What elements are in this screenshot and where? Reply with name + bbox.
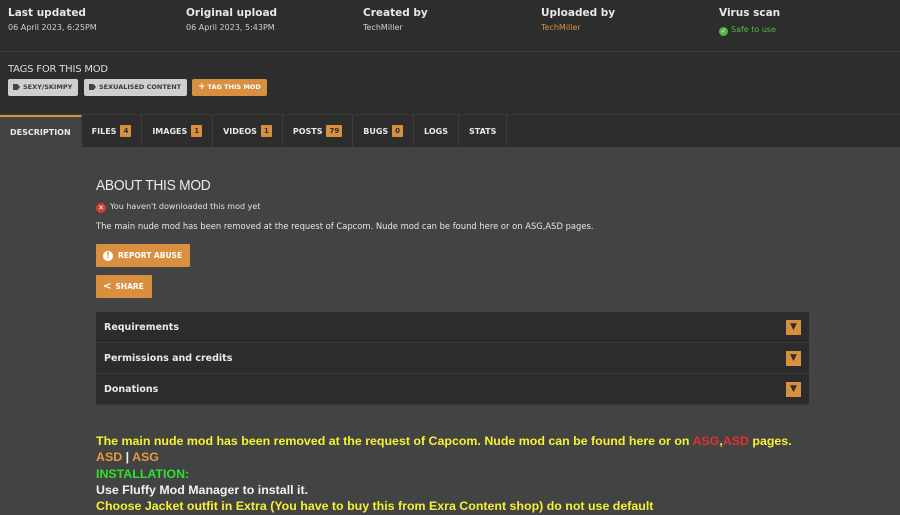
tags-section: TAGS FOR THIS MOD SEXY/SKIMPY SEXUALISED… xyxy=(0,52,900,114)
meta-uploaded-by: Uploaded by TechMiller xyxy=(541,7,615,32)
tag-label: SEXUALISED CONTENT xyxy=(99,83,182,91)
accordion-label: Requirements xyxy=(104,321,180,333)
mod-meta-bar: Last updated 06 April 2023, 6:25PM Origi… xyxy=(0,0,900,52)
info-accordion: Requirements ▼ Permissions and credits ▼… xyxy=(96,312,809,405)
accordion-permissions[interactable]: Permissions and credits ▼ xyxy=(96,343,809,374)
plus-icon: + xyxy=(198,82,206,92)
tab-images[interactable]: IMAGES 1 xyxy=(142,115,214,147)
tab-label: LOGS xyxy=(424,126,448,136)
body-text-segment: pages. xyxy=(748,434,792,448)
accordion-label: Permissions and credits xyxy=(104,352,233,364)
tag-label: SEXY/SKIMPY xyxy=(23,83,73,91)
install-step-1: Use Fluffy Mod Manager to install it. xyxy=(96,482,309,497)
tab-label: IMAGES xyxy=(152,126,188,136)
exclamation-icon: ! xyxy=(103,250,113,261)
about-title: ABOUT THIS MOD xyxy=(96,177,211,194)
meta-heading: Original upload xyxy=(186,7,278,19)
report-abuse-button[interactable]: ! REPORT ABUSE xyxy=(96,244,191,267)
accordion-donations[interactable]: Donations ▼ xyxy=(96,374,809,405)
meta-heading: Uploaded by xyxy=(541,7,616,19)
meta-created-by: Created by TechMiller xyxy=(363,7,428,32)
meta-heading: Virus scan xyxy=(719,7,781,19)
body-line-1: The main nude mod has been removed at th… xyxy=(96,433,792,449)
tab-label: BUGS xyxy=(363,126,389,136)
download-status: ✕ You haven't downloaded this mod yet xyxy=(96,202,260,213)
tag-sexualised-content[interactable]: SEXUALISED CONTENT xyxy=(84,79,188,96)
check-circle-icon: ✓ xyxy=(719,27,728,36)
accordion-label: Donations xyxy=(104,383,159,395)
meta-original-upload: Original upload 06 April 2023, 5:43PM xyxy=(186,7,277,32)
body-text-segment: The main nude mod has been removed at th… xyxy=(96,434,693,448)
link-separator: | xyxy=(122,450,133,465)
chevron-down-icon: ▼ xyxy=(786,381,801,397)
body-links: ASD | ASG xyxy=(96,449,792,465)
tab-label: POSTS xyxy=(292,126,323,136)
count-badge: 0 xyxy=(392,125,404,137)
meta-value: TechMiller xyxy=(363,23,403,32)
chevron-down-icon: ▼ xyxy=(786,319,801,335)
tag-add-label: TAG THIS MOD xyxy=(207,83,261,91)
meta-last-updated: Last updated 06 April 2023, 6:25PM xyxy=(8,7,97,32)
share-label: SHARE xyxy=(115,282,144,291)
download-status-label: You haven't downloaded this mod yet xyxy=(110,202,261,211)
count-badge: 4 xyxy=(120,125,132,137)
virus-scan-status[interactable]: ✓ Safe to use xyxy=(719,25,780,36)
tag-icon xyxy=(13,84,20,90)
tag-icon xyxy=(89,84,96,90)
tag-sexy-skimpy[interactable]: SEXY/SKIMPY xyxy=(8,79,79,96)
tab-logs[interactable]: LOGS xyxy=(414,115,459,147)
tab-label: DESCRIPTION xyxy=(10,127,71,137)
meta-virus-scan: Virus scan ✓ Safe to use xyxy=(719,7,780,36)
tab-files[interactable]: FILES 4 xyxy=(82,115,143,147)
share-button[interactable]: < SHARE xyxy=(96,275,152,298)
tab-bugs[interactable]: BUGS 0 xyxy=(353,115,415,147)
tab-posts[interactable]: POSTS 79 xyxy=(283,115,354,147)
meta-heading: Created by xyxy=(363,7,428,19)
tab-label: VIDEOS xyxy=(223,126,257,136)
installation-heading: INSTALLATION: xyxy=(96,466,190,481)
report-label: REPORT ABUSE xyxy=(118,251,183,260)
virus-scan-label: Safe to use xyxy=(731,25,776,34)
meta-value: 06 April 2023, 6:25PM xyxy=(8,23,97,32)
count-badge: 1 xyxy=(260,125,272,137)
short-description: The main nude mod has been removed at th… xyxy=(96,221,594,231)
install-step-2: Choose Jacket outfit in Extra (You have … xyxy=(96,499,654,514)
mod-description-body: The main nude mod has been removed at th… xyxy=(96,433,792,514)
meta-heading: Last updated xyxy=(8,7,86,19)
tab-label: STATS xyxy=(468,126,497,136)
tab-label: FILES xyxy=(91,126,117,136)
asg-link[interactable]: ASG xyxy=(132,450,159,464)
chevron-down-icon: ▼ xyxy=(786,350,801,366)
asg-link[interactable]: ASG xyxy=(692,434,719,448)
mod-tabs: DESCRIPTION FILES 4 IMAGES 1 VIDEOS 1 POSTS… xyxy=(0,114,900,147)
meta-value: 06 April 2023, 5:43PM xyxy=(186,23,275,32)
tab-stats[interactable]: STATS xyxy=(459,115,508,147)
count-badge: 79 xyxy=(326,125,343,137)
tab-description[interactable]: DESCRIPTION xyxy=(0,115,82,147)
tab-videos[interactable]: VIDEOS 1 xyxy=(213,115,283,147)
count-badge: 1 xyxy=(191,125,203,137)
close-circle-icon: ✕ xyxy=(96,203,106,213)
tags-title: TAGS FOR THIS MOD xyxy=(8,64,108,75)
accordion-requirements[interactable]: Requirements ▼ xyxy=(96,312,809,343)
asd-link[interactable]: ASD xyxy=(96,450,122,464)
share-icon: < xyxy=(103,281,112,292)
tag-this-mod-button[interactable]: + TAG THIS MOD xyxy=(192,79,267,96)
uploader-link[interactable]: TechMiller xyxy=(541,23,615,32)
asd-link[interactable]: ASD xyxy=(723,434,749,448)
